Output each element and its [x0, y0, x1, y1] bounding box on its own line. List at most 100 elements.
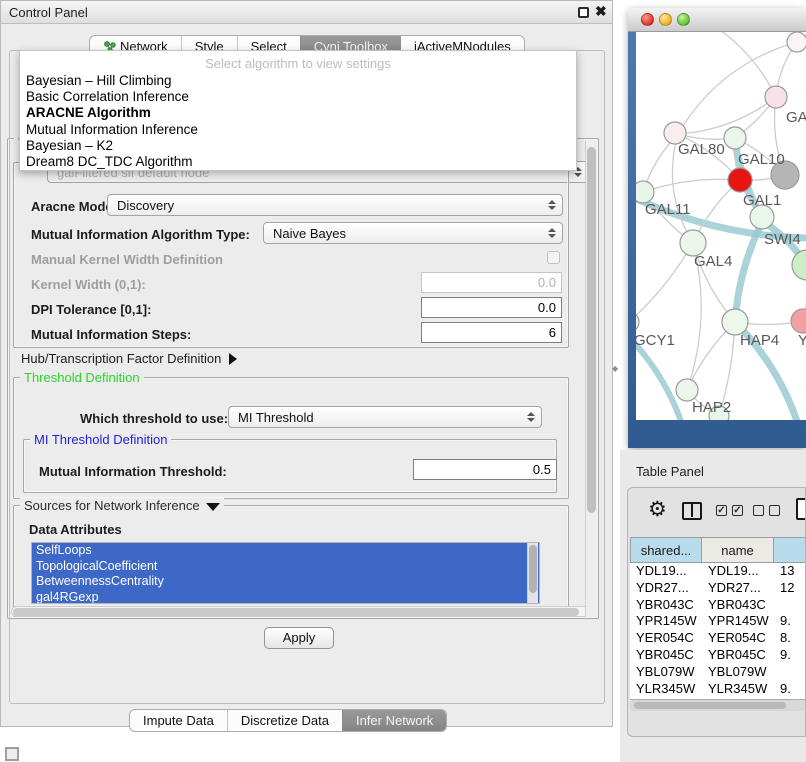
node-label: SWI4	[764, 231, 801, 248]
aracne-mode-label: Aracne Mode:	[31, 199, 117, 214]
table-cell[interactable]: YBR043C	[630, 597, 702, 614]
aracne-mode-combobox[interactable]: Discovery	[107, 194, 563, 216]
network-node[interactable]	[787, 32, 806, 52]
table-cell[interactable]: 8.	[774, 630, 806, 647]
bottom-tab-label: Impute Data	[143, 713, 214, 728]
algorithm-option[interactable]: Bayesian – K2	[24, 138, 572, 154]
attributes-scrollbar-thumb[interactable]	[529, 545, 537, 593]
table-cell[interactable]	[774, 664, 806, 681]
network-node-gal1[interactable]	[728, 168, 752, 192]
node-label: GCY1	[636, 332, 675, 349]
table-toolbar: ⚙	[628, 488, 806, 537]
algorithm-option[interactable]: ARACNE Algorithm	[24, 105, 572, 121]
table-cell[interactable]	[774, 597, 806, 614]
close-icon[interactable]: ✖	[595, 3, 607, 20]
splitter-handle[interactable]: ◆	[612, 366, 617, 371]
minimized-panel-icon[interactable]	[5, 747, 19, 761]
network-node-gal[interactable]	[765, 86, 787, 108]
column-header-shared...[interactable]: shared...	[630, 537, 702, 563]
network-node-gcy1[interactable]	[636, 312, 639, 332]
algorithm-option[interactable]: Bayesian – Hill Climbing	[24, 73, 572, 89]
table-cell[interactable]: 9.	[774, 613, 806, 630]
table-cell[interactable]: YDR27...	[630, 580, 702, 597]
settings-horizontal-thumb[interactable]	[13, 608, 579, 616]
table-cell[interactable]: YDR27...	[702, 580, 774, 597]
float-window-icon[interactable]	[578, 7, 589, 18]
network-node-gal10[interactable]	[724, 127, 746, 149]
table-cell[interactable]: 9.	[774, 681, 806, 698]
minimize-traffic-light[interactable]	[659, 13, 672, 26]
apply-button[interactable]: Apply	[264, 627, 334, 649]
mi-type-combobox[interactable]: Naive Bayes	[263, 222, 563, 244]
table-row[interactable]: YLR345WYLR345W9.	[630, 681, 806, 698]
bottom-tab-impute-data[interactable]: Impute Data	[130, 710, 227, 731]
data-attribute-item[interactable]: TopologicalCoefficient	[32, 559, 539, 575]
dpi-tolerance-field[interactable]: 0.0	[421, 297, 562, 318]
columns-icon[interactable]	[682, 502, 702, 520]
hub-section-toggle[interactable]: Hub/Transcription Factor Definition	[21, 351, 237, 366]
network-canvas[interactable]: GALGAL80GAL10GAL1GAL11SWI4GAL4GCY1HAP4YH…	[636, 32, 806, 420]
table-cell[interactable]: YBR043C	[702, 597, 774, 614]
table-cell[interactable]: YBL079W	[630, 664, 702, 681]
manual-kernel-label: Manual Kernel Width Definition	[31, 252, 223, 267]
which-threshold-combobox[interactable]: MI Threshold	[228, 406, 542, 428]
kernel-width-label: Kernel Width (0,1):	[31, 277, 146, 292]
deselect-all-checkbox-icon[interactable]	[753, 505, 764, 516]
table-row[interactable]: YDR27...YDR27...12	[630, 580, 806, 597]
table-cell[interactable]: 9.	[774, 647, 806, 664]
table-cell[interactable]: 13	[774, 563, 806, 580]
deselect-all-checkbox-icon-2[interactable]	[769, 505, 780, 516]
table-cell[interactable]: YBR045C	[630, 647, 702, 664]
table-cell[interactable]: YER054C	[702, 630, 774, 647]
table-row[interactable]: YBR043CYBR043C	[630, 597, 806, 614]
column-header-partial[interactable]	[774, 537, 806, 563]
gear-icon[interactable]: ⚙	[648, 497, 667, 522]
table-row[interactable]: YPR145WYPR145W9.	[630, 613, 806, 630]
algorithm-option[interactable]: Dream8 DC_TDC Algorithm	[24, 154, 572, 170]
zoom-traffic-light[interactable]	[677, 13, 690, 26]
aracne-mode-value: Discovery	[117, 198, 174, 213]
select-all-checkbox-icon-2[interactable]	[732, 505, 743, 516]
dpi-tolerance-label: DPI Tolerance [0,1]:	[31, 302, 151, 317]
data-attribute-item[interactable]: gal4RGexp	[32, 590, 539, 605]
algorithm-option[interactable]: Basic Correlation Inference	[24, 89, 572, 105]
table-cell[interactable]: YER054C	[630, 630, 702, 647]
table-row[interactable]: YDL19...YDL19...13	[630, 563, 806, 580]
table-cell[interactable]: YBR045C	[702, 647, 774, 664]
settings-vertical-thumb[interactable]	[587, 147, 596, 513]
table-cell[interactable]: YBL079W	[702, 664, 774, 681]
bottom-tab-discretize-data[interactable]: Discretize Data	[227, 710, 342, 731]
table-horizontal-thumb[interactable]	[634, 702, 786, 709]
data-attribute-item[interactable]: BetweennessCentrality	[32, 574, 539, 590]
table-cell[interactable]: 12	[774, 580, 806, 597]
table-row[interactable]: YER054CYER054C8.	[630, 630, 806, 647]
table-row[interactable]: YBL079WYBL079W	[630, 664, 806, 681]
table-cell[interactable]: YLR345W	[630, 681, 702, 698]
select-all-checkbox-icon[interactable]	[716, 505, 727, 516]
table-cell[interactable]: YDL19...	[630, 563, 702, 580]
table-cell[interactable]: YDL19...	[702, 563, 774, 580]
column-header-name[interactable]: name	[702, 537, 774, 563]
network-node-y[interactable]	[791, 309, 806, 333]
mi-threshold-field[interactable]: 0.5	[413, 459, 557, 480]
table-row[interactable]: YBR045CYBR045C9.	[630, 647, 806, 664]
table-cell[interactable]: YPR145W	[702, 613, 774, 630]
data-attribute-item[interactable]: SelfLoops	[32, 543, 539, 559]
network-window-titlebar	[628, 8, 806, 32]
close-traffic-light[interactable]	[641, 13, 654, 26]
node-label: GAL4	[694, 253, 732, 270]
network-node-gal11[interactable]	[636, 181, 654, 203]
document-icon[interactable]	[796, 498, 806, 520]
network-node[interactable]	[792, 250, 806, 280]
network-node-hap2[interactable]	[676, 379, 698, 401]
mi-threshold-group-title: MI Threshold Definition	[30, 432, 171, 447]
mi-threshold-label: Mutual Information Threshold:	[39, 464, 227, 479]
node-label: HAP4	[740, 332, 779, 349]
table-cell[interactable]: YLR345W	[702, 681, 774, 698]
hub-section-label: Hub/Transcription Factor Definition	[21, 351, 221, 366]
mi-steps-field[interactable]: 6	[421, 322, 562, 343]
algorithm-option[interactable]: Mutual Information Inference	[24, 122, 572, 138]
bottom-tab-infer-network[interactable]: Infer Network	[342, 710, 446, 731]
table-cell[interactable]: YPR145W	[630, 613, 702, 630]
combo-arrows-icon	[548, 228, 555, 238]
